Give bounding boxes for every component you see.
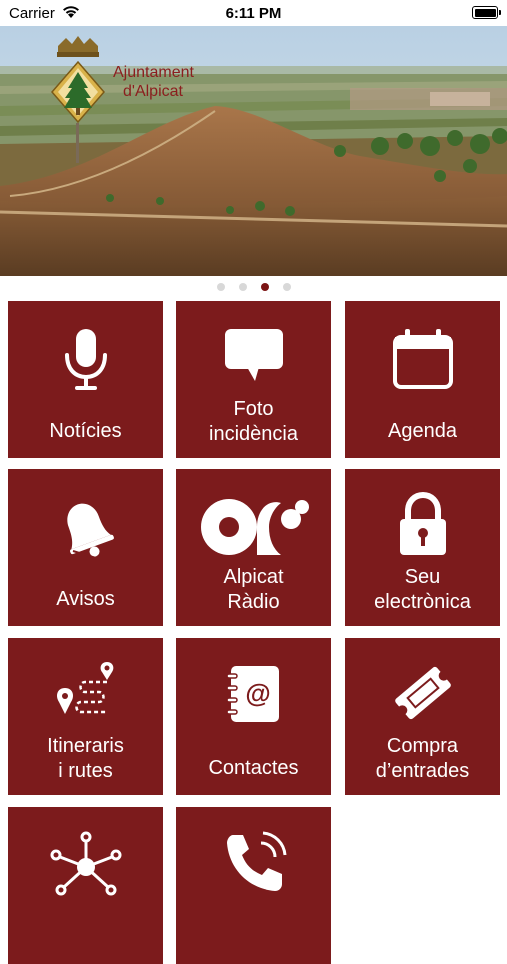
- svg-text:@: @: [245, 678, 270, 708]
- tile-avisos[interactable]: Avisos: [8, 469, 163, 626]
- microphone-icon: [64, 329, 107, 390]
- tile-label-line: d’entrades: [375, 760, 470, 782]
- battery-level-fill: [474, 8, 496, 17]
- carousel-dot-3[interactable]: [260, 283, 269, 291]
- carousel-dot-4[interactable]: [282, 283, 291, 291]
- tile-contactes[interactable]: @ Contactes: [176, 638, 331, 795]
- tile-label-line: Alpicat: [223, 566, 284, 588]
- phone-icon: [226, 831, 286, 891]
- carousel-page-indicator[interactable]: [0, 283, 507, 293]
- tile-avisos-label: Avisos: [8, 587, 163, 612]
- tile-compra-entrades-label: Compra d’entrades: [345, 734, 500, 784]
- tile-alpicat-radio-label: Alpicat Ràdio: [176, 565, 331, 615]
- tile-agenda-label: Agenda: [345, 419, 500, 444]
- tile-seu-electronica[interactable]: Seu electrònica: [345, 469, 500, 626]
- hero-banner[interactable]: Ajuntament d'Alpicat: [0, 26, 507, 276]
- padlock-icon: [399, 491, 446, 555]
- status-bar: Carrier 6:11 PM: [0, 0, 507, 26]
- carousel-dot-2[interactable]: [238, 283, 247, 291]
- route-map-icon: [56, 662, 113, 714]
- brand-wordmark: Ajuntament d'Alpicat: [113, 63, 194, 101]
- tile-label-line: incidència: [209, 423, 298, 445]
- tile-label-line: Contactes: [208, 757, 299, 779]
- tile-label-line: i rutes: [58, 760, 113, 782]
- radio-logo-icon: [200, 499, 309, 555]
- tile-phone[interactable]: [176, 807, 331, 964]
- address-book-icon: @: [225, 666, 279, 722]
- tile-compra-entrades[interactable]: Compra d’entrades: [345, 638, 500, 795]
- bell-icon: [66, 503, 114, 560]
- tile-alpicat-radio[interactable]: Alpicat Ràdio: [176, 469, 331, 626]
- tile-noticies[interactable]: Notícies: [8, 301, 163, 458]
- tile-label-line: Agenda: [388, 420, 457, 442]
- tile-network[interactable]: [8, 807, 163, 964]
- tile-label-line: Seu: [404, 566, 441, 588]
- tile-label-line: Ràdio: [227, 591, 280, 613]
- brand-line-2: d'Alpicat: [123, 83, 183, 100]
- brand-line-1: Ajuntament: [113, 64, 194, 81]
- network-hub-icon: [50, 831, 121, 896]
- tile-label-line: Avisos: [56, 588, 115, 610]
- landscape-photo: [0, 26, 507, 276]
- ticket-icon: [394, 666, 451, 720]
- tile-itineraris-label: Itineraris i rutes: [8, 734, 163, 784]
- tile-foto-incidencia-label: Foto incidència: [176, 397, 331, 447]
- calendar-icon: [392, 329, 453, 389]
- carousel-dot-1[interactable]: [216, 283, 225, 291]
- tile-noticies-label: Notícies: [8, 419, 163, 444]
- tile-itineraris[interactable]: Itineraris i rutes: [8, 638, 163, 795]
- tile-label-line: Foto: [233, 398, 274, 420]
- speech-bubble-icon: [224, 329, 283, 381]
- battery-icon: [472, 6, 501, 19]
- tile-seu-electronica-label: Seu electrònica: [345, 565, 500, 615]
- tile-label-line: Notícies: [49, 420, 122, 442]
- tile-contactes-label: Contactes: [176, 756, 331, 781]
- clock-time: 6:11 PM: [225, 5, 282, 22]
- tile-label-line: electrònica: [374, 591, 471, 613]
- tile-label-line: Compra: [386, 735, 459, 757]
- tile-foto-incidencia[interactable]: Foto incidència: [176, 301, 331, 458]
- tile-label-line: Itineraris: [47, 735, 124, 757]
- tile-agenda[interactable]: Agenda: [345, 301, 500, 458]
